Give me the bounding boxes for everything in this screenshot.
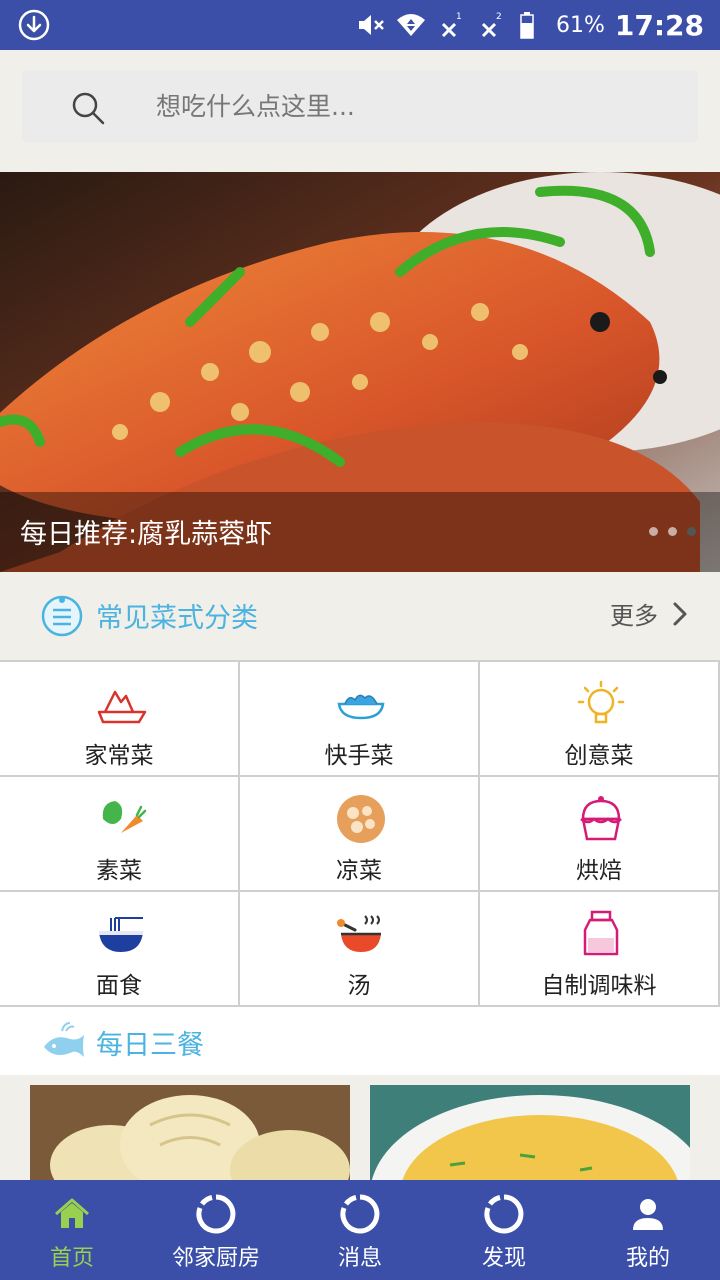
nav-discover[interactable]: 发现 [432, 1180, 576, 1280]
recommendation-banner[interactable]: 每日推荐:腐乳蒜蓉虾 [0, 172, 720, 572]
svg-text:1: 1 [456, 12, 462, 22]
signal-sim2-icon: 2 [481, 12, 502, 38]
nav-home[interactable]: 首页 [0, 1180, 144, 1280]
svg-text:2: 2 [496, 12, 502, 22]
category-label: 面食 [96, 973, 142, 999]
meal-card[interactable] [30, 1085, 350, 1180]
category-cold-dish[interactable]: 凉菜 [240, 777, 480, 892]
category-label: 自制调味料 [541, 973, 657, 999]
category-vegetarian[interactable]: 素菜 [0, 777, 240, 892]
loading-ring-icon [196, 1194, 236, 1234]
nav-label: 首页 [49, 1246, 94, 1271]
nav-label: 我的 [625, 1246, 670, 1271]
status-bar: 1 2 61% 17:28 [0, 0, 720, 50]
category-home-cooking[interactable]: 家常菜 [0, 662, 240, 777]
nav-label: 发现 [481, 1246, 526, 1271]
category-soup[interactable]: 汤 [240, 892, 480, 1007]
fish-icon [44, 1022, 84, 1057]
pagination-dot-active[interactable] [687, 527, 696, 536]
pagination-dot[interactable] [668, 527, 677, 536]
vegetable-icon [102, 801, 147, 833]
meal-card[interactable] [370, 1085, 690, 1180]
meal-image [30, 1085, 350, 1180]
daily-meals-header: 每日三餐 [0, 1007, 720, 1075]
category-noodles[interactable]: 面食 [0, 892, 240, 1007]
user-icon [633, 1199, 663, 1230]
list-circle-icon [41, 595, 83, 637]
category-quick-dish[interactable]: 快手菜 [240, 662, 480, 777]
nav-profile[interactable]: 我的 [576, 1180, 720, 1280]
nav-messages[interactable]: 消息 [288, 1180, 432, 1280]
battery-percent: 61% [555, 12, 605, 38]
category-label: 素菜 [96, 858, 142, 884]
search-icon [72, 92, 105, 125]
category-label: 创意菜 [564, 743, 634, 769]
more-categories-link[interactable]: 更多 [610, 596, 688, 631]
category-grid: 家常菜 快手菜 创意菜 素菜 凉菜 烘焙 面食 汤 自制调味料 [0, 660, 720, 1007]
signal-sim1-icon: 1 [441, 12, 462, 38]
nav-label: 邻家厨房 [171, 1246, 260, 1271]
quick-dish-icon [337, 694, 385, 720]
meal-list [0, 1075, 720, 1180]
meal-image [370, 1085, 690, 1180]
wifi-icon [396, 14, 425, 36]
search-area: 想吃什么点这里... [0, 50, 720, 172]
category-label: 凉菜 [336, 858, 382, 884]
home-dish-icon [97, 690, 147, 724]
battery-icon [520, 12, 534, 39]
category-baking[interactable]: 烘焙 [480, 777, 720, 892]
cupcake-icon [580, 796, 622, 841]
daily-meals-title: 每日三餐 [96, 1030, 204, 1061]
home-icon [55, 1198, 89, 1228]
download-icon [18, 9, 50, 41]
loading-ring-icon [340, 1194, 380, 1234]
search-input[interactable]: 想吃什么点这里... [22, 70, 698, 142]
category-label: 汤 [347, 973, 371, 999]
search-placeholder: 想吃什么点这里... [156, 92, 355, 121]
mute-icon [358, 15, 384, 35]
category-label: 快手菜 [324, 743, 394, 769]
nav-label: 消息 [337, 1246, 382, 1271]
category-section-title: 常见菜式分类 [96, 603, 258, 634]
chevron-right-icon [673, 602, 687, 625]
cold-dish-icon [337, 795, 385, 843]
noodle-bowl-icon [99, 917, 143, 952]
banner-pagination [649, 527, 696, 536]
category-creative-dish[interactable]: 创意菜 [480, 662, 720, 777]
pagination-dot[interactable] [649, 527, 658, 536]
seasoning-jar-icon [583, 910, 619, 956]
more-label: 更多 [610, 602, 658, 630]
category-label: 烘焙 [576, 858, 622, 884]
lightbulb-icon [577, 680, 625, 724]
banner-caption-bar: 每日推荐:腐乳蒜蓉虾 [0, 492, 720, 572]
loading-ring-icon [484, 1194, 524, 1234]
bottom-nav: 首页 邻家厨房 消息 发现 我的 [0, 1180, 720, 1280]
category-section-header: 常见菜式分类 更多 [0, 572, 720, 660]
clock: 17:28 [614, 8, 704, 42]
banner-caption: 每日推荐:腐乳蒜蓉虾 [20, 519, 273, 550]
soup-icon [337, 915, 381, 952]
category-label: 家常菜 [84, 743, 154, 769]
category-seasoning[interactable]: 自制调味料 [480, 892, 720, 1007]
nav-neighbor-kitchen[interactable]: 邻家厨房 [144, 1180, 288, 1280]
